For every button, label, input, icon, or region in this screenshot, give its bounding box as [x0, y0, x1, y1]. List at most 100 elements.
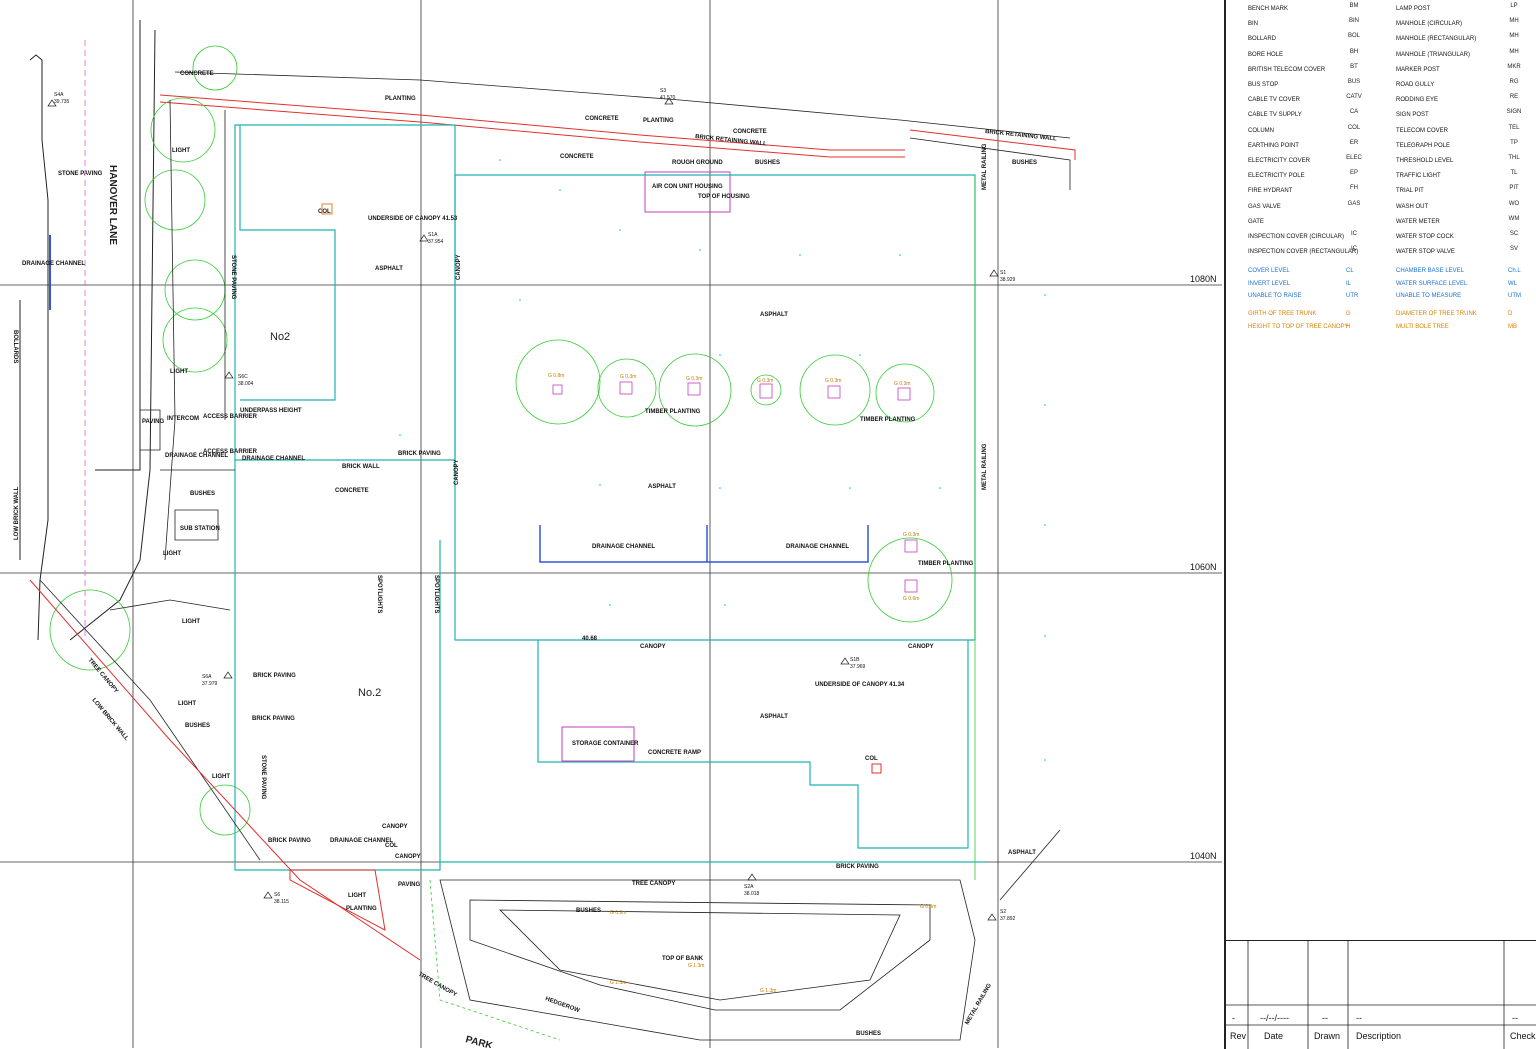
legend-item-label: CABLE TV SUPPLY [1248, 112, 1302, 119]
legend-item-label: TRAFFIC LIGHT [1396, 173, 1441, 180]
label-light-7: LIGHT [348, 893, 366, 899]
legend-item-label: TELECOM COVER [1396, 127, 1449, 134]
grid-label-1060n: 1060N [1190, 562, 1217, 572]
legend-item-label: THRESHOLD LEVEL [1396, 158, 1454, 164]
label-concrete-north: CONCRETE [180, 71, 214, 77]
legend-item-label: GATE [1248, 218, 1264, 225]
legend-item-symbol: BT [1350, 63, 1358, 70]
station-s6c: S6C38.004 [224, 371, 254, 387]
legend-item-label: MANHOLE (RECTANGULAR) [1396, 36, 1477, 43]
legend-item-label: MARKER POST [1396, 66, 1440, 73]
svg-text:S1A: S1A [428, 232, 438, 238]
legend-item-symbol: TEL [1508, 124, 1520, 131]
label-bushes-north: BUSHES [755, 160, 780, 166]
legend-item-symbol: CA [1349, 109, 1359, 116]
label-brick-retaining-wall: BRICK RETAINING WALL [695, 134, 767, 148]
column-south [871, 763, 882, 774]
legend-item-symbol: RG [1509, 79, 1519, 85]
label-light-5: LIGHT [178, 701, 196, 707]
planting-bed-south [289, 869, 386, 931]
label-underpass-height: UNDERPASS HEIGHT [240, 408, 302, 414]
legend-abbreviation: UTR [1346, 293, 1359, 299]
legend-item-symbol: TP [1510, 139, 1518, 146]
revision-header-drawn: Drawn [1314, 1031, 1341, 1041]
legend-item-label: FIRE HYDRANT [1248, 188, 1293, 195]
label-timber-planting-1: TIMBER PLANTING [645, 409, 701, 415]
legend-abbreviation: Ch.L [1508, 268, 1521, 274]
legend-abbreviation-label: MULTI BOLE TREE [1396, 323, 1449, 330]
legend-item-label: BORE HOLE [1248, 51, 1284, 58]
legend-item-symbol: WM [1508, 215, 1520, 222]
tree-tag-12: G 1.3m [760, 988, 776, 994]
svg-text:41.570: 41.570 [660, 95, 676, 101]
label-low-brick-wall-west: LOW BRICK WALL [14, 486, 20, 540]
legend-item-symbol: SC [1509, 231, 1519, 237]
legend-item-label: WATER STOP COCK [1396, 234, 1454, 240]
legend-item-symbol: THL [1508, 155, 1520, 161]
label-underside-canopy-a: UNDERSIDE OF CANOPY 41.53 [368, 216, 458, 222]
label-asphalt-south: ASPHALT [760, 714, 788, 720]
legend-item-label: GAS VALVE [1248, 203, 1281, 210]
label-bushes-south: BUSHES [856, 1031, 881, 1037]
label-light-1: LIGHT [172, 148, 190, 154]
svg-text:38.004: 38.004 [238, 381, 254, 387]
legend-item-symbol: ER [1349, 139, 1359, 146]
legend-item-label: MANHOLE (CIRCULAR) [1396, 21, 1463, 28]
label-low-brick-wall-sw: LOW BRICK WALL [90, 697, 129, 742]
tree-tag-9: G 0.9m [610, 910, 626, 916]
legend-item-symbol: MH [1509, 33, 1519, 40]
revision-description-value: -- [1356, 1013, 1362, 1023]
svg-text:S4A: S4A [54, 92, 64, 98]
building-label-no-2: No.2 [358, 687, 381, 699]
survey-stations: S4A39.735 S341.570 S1A37.954 S138.929 S6… [47, 88, 1016, 922]
legend-abbreviation-label: UNABLE TO RAISE [1248, 293, 1302, 299]
legend-item-label: INSPECTION COVER (RECTANGULAR) [1248, 249, 1359, 256]
label-timber-planting-3: TIMBER PLANTING [918, 561, 974, 567]
tree-tag-7: G 0.3m [903, 532, 919, 538]
grid-label-1040n: 1040N [1190, 851, 1217, 861]
legend-item-label: WATER STOP VALVE [1396, 249, 1455, 256]
legend-item-symbol: MKR [1507, 63, 1521, 70]
legend-item-label: CABLE TV COVER [1248, 97, 1300, 104]
north-retaining-wall [159, 71, 1076, 190]
label-brick-wall: BRICK WALL [342, 464, 380, 470]
label-brick-paving-2: BRICK PAVING [253, 673, 296, 679]
legend-item-symbol: IC [1351, 246, 1357, 253]
svg-text:S6A: S6A [202, 674, 212, 680]
label-spotlights-1: SPOTLIGHTS [376, 575, 382, 613]
legend-item-symbol: SIGN [1506, 109, 1522, 116]
legend-item-symbol: MH [1509, 18, 1519, 25]
tree-tag-1: G 0.8m [548, 373, 564, 379]
tree-tag-2: G 0.3m [620, 374, 636, 380]
legend-item-label: BRITISH TELECOM COVER [1248, 66, 1326, 73]
bank-vegetation-edge [429, 879, 561, 1041]
legend-item-label: MANHOLE (TRIANGULAR) [1396, 51, 1471, 58]
label-metal-railing-2: METAL RAILING [982, 443, 988, 490]
label-asphalt-mid: ASPHALT [648, 484, 676, 490]
legend-item-label: TRIAL PIT [1396, 188, 1424, 195]
label-asphalt-center: ASPHALT [760, 312, 788, 318]
legend-item-symbol: BH [1349, 48, 1359, 55]
label-rough-ground: ROUGH GROUND [672, 160, 723, 166]
southwest-garden [39, 579, 261, 861]
legend-item-label: LAMP POST [1396, 6, 1431, 12]
legend-item-label: WATER METER [1396, 218, 1440, 225]
legend-item-label: COLUMN [1248, 127, 1275, 134]
label-bollards: BOLLARDS [12, 330, 18, 363]
legend-item-label: SIGN POST [1396, 112, 1429, 119]
legend-item-label: TELEGRAPH POLE [1396, 142, 1451, 149]
legend-item-symbol: SV [1509, 246, 1518, 253]
label-tree-canopy-bank: TREE CANOPY [417, 972, 458, 999]
label-planting-south: PLANTING [346, 906, 377, 912]
legend-item-symbol: RE [1509, 94, 1519, 101]
svg-text:37.892: 37.892 [1000, 916, 1016, 922]
label-light-6: LIGHT [212, 774, 230, 780]
label-access-barrier-1: ACCESS BARRIER [203, 414, 258, 420]
tree-tag-8: G 0.6m [903, 596, 919, 602]
label-drainage-channel-4: DRAINAGE CHANNEL [242, 456, 305, 462]
legend-item-symbol: ELEC [1346, 155, 1362, 161]
revision-check-value: -- [1512, 1013, 1518, 1023]
station-s1b: S1B37.969 [840, 657, 866, 670]
legend-abbreviation-label: INVERT LEVEL [1248, 280, 1291, 287]
label-bushes-sw: BUSHES [185, 723, 210, 729]
